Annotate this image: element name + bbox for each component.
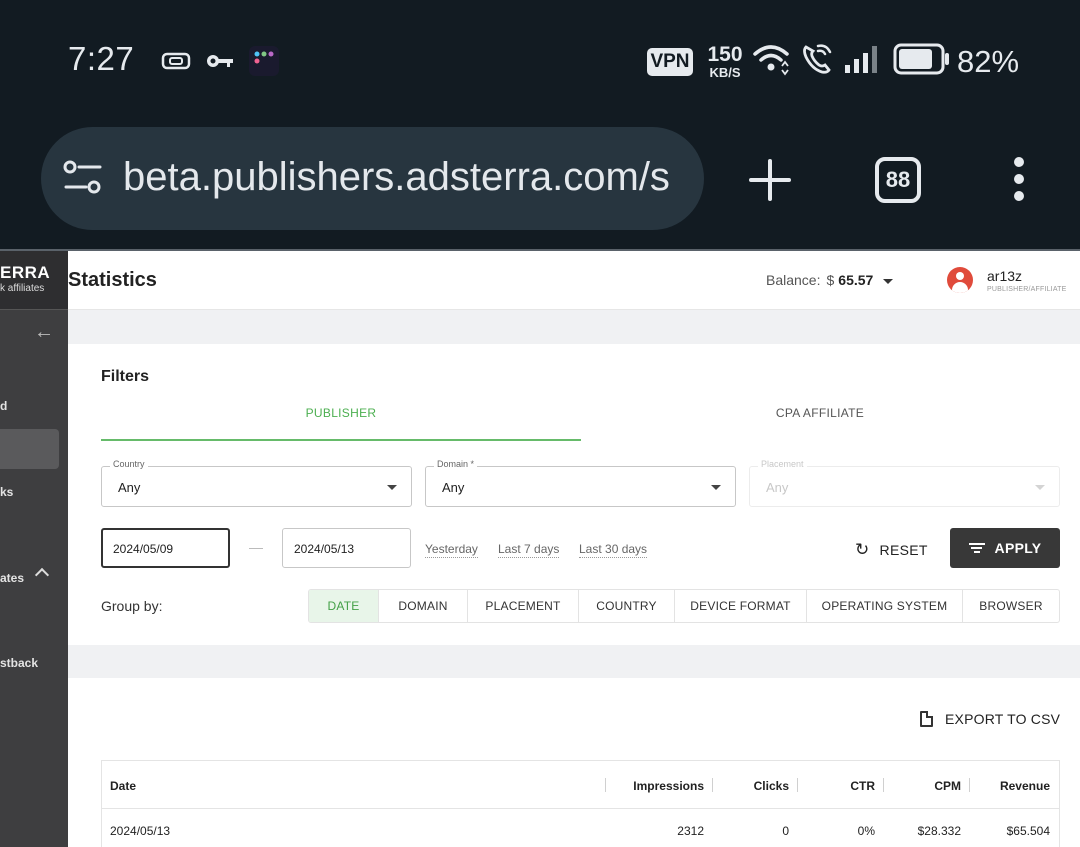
- sidebar-item-active[interactable]: [0, 429, 59, 469]
- statistics-table-panel: EXPORT TO CSV Date Impressions Clicks CT…: [68, 678, 1080, 847]
- cell-date: 2024/05/13: [110, 824, 171, 838]
- column-header-impressions[interactable]: Impressions: [612, 779, 704, 793]
- phone-status-bar: 7:27 VPN 150 KB/S 82%: [0, 0, 1080, 120]
- wifi-icon: [752, 44, 790, 76]
- column-header-clicks[interactable]: Clicks: [719, 779, 789, 793]
- group-by-operating-system[interactable]: OPERATING SYSTEM: [807, 590, 963, 622]
- filter-icon: [968, 541, 985, 555]
- column-header-revenue[interactable]: Revenue: [976, 779, 1050, 793]
- chevron-down-icon: [387, 485, 397, 490]
- filters-panel: Filters PUBLISHER CPA AFFILIATE Country …: [68, 344, 1080, 645]
- column-header-cpm[interactable]: CPM: [890, 779, 961, 793]
- tab-publisher[interactable]: PUBLISHER: [101, 406, 581, 441]
- date-range-dash: [249, 548, 263, 549]
- file-icon: [920, 711, 933, 727]
- refresh-icon: ↻: [855, 540, 870, 559]
- column-header-date[interactable]: Date: [110, 779, 136, 793]
- sidebar-item-3[interactable]: ates: [0, 571, 24, 585]
- group-by-toggle: DATE DOMAIN PLACEMENT COUNTRY DEVICE FOR…: [308, 589, 1060, 623]
- header-divider: [102, 808, 1059, 809]
- group-by-date[interactable]: DATE: [309, 590, 379, 622]
- balance-dropdown[interactable]: Balance: $65.57: [766, 272, 894, 288]
- group-by-placement[interactable]: PLACEMENT: [468, 590, 579, 622]
- cell-impressions: 2312: [677, 824, 704, 838]
- site-settings-icon[interactable]: [62, 159, 104, 202]
- group-by-domain[interactable]: DOMAIN: [379, 590, 468, 622]
- date-from-input[interactable]: 2024/05/09: [101, 528, 230, 568]
- page-header: Statistics Balance: $65.57 ar13z PUBLISHE…: [68, 251, 1080, 310]
- avatar[interactable]: [947, 267, 973, 293]
- quick-range-yesterday[interactable]: Yesterday: [425, 542, 478, 558]
- battery-icon: [893, 43, 951, 75]
- cell-clicks: 0: [782, 824, 789, 838]
- quick-range-last-30-days[interactable]: Last 30 days: [579, 542, 648, 558]
- group-by-country[interactable]: COUNTRY: [579, 590, 675, 622]
- signal-icon: [843, 44, 883, 74]
- web-page: ERRA k affiliates ← d ks ates stback Sta…: [0, 251, 1080, 847]
- date-to-input[interactable]: 2024/05/13: [282, 528, 411, 568]
- chevron-down-icon: [1035, 485, 1045, 490]
- url-text[interactable]: beta.publishers.adsterra.com/s: [123, 155, 683, 200]
- chevron-down-icon: [883, 278, 894, 284]
- cast-icon: [161, 46, 191, 76]
- browser-toolbar: beta.publishers.adsterra.com/s 88: [0, 120, 1080, 250]
- key-icon: [205, 46, 235, 76]
- group-by-browser[interactable]: BROWSER: [963, 590, 1059, 622]
- user-role: PUBLISHER/AFFILIATE: [987, 286, 1067, 293]
- chevron-down-icon: [711, 485, 721, 490]
- statistics-table: Date Impressions Clicks CTR CPM Revenue …: [101, 760, 1060, 847]
- group-by-device-format[interactable]: DEVICE FORMAT: [675, 590, 807, 622]
- chevron-up-icon[interactable]: [34, 567, 50, 583]
- cell-ctr: 0%: [857, 824, 875, 838]
- sidebar-item-1[interactable]: d: [0, 399, 7, 413]
- address-bar[interactable]: beta.publishers.adsterra.com/s: [41, 127, 704, 230]
- more-menu-icon[interactable]: [1012, 156, 1026, 207]
- reset-button[interactable]: ↻ RESET: [855, 540, 928, 560]
- sidebar-item-2[interactable]: ks: [0, 485, 13, 499]
- sidebar: ERRA k affiliates ← d ks ates stback: [0, 251, 68, 847]
- export-csv-button[interactable]: EXPORT TO CSV: [920, 711, 1060, 727]
- domain-select[interactable]: Domain * Any: [425, 459, 736, 507]
- user-name[interactable]: ar13z: [987, 268, 1022, 284]
- clock: 7:27: [68, 40, 135, 77]
- wifi-call-icon: [800, 44, 834, 74]
- brand-logo: ERRA k affiliates: [0, 251, 68, 309]
- country-select[interactable]: Country Any: [101, 459, 412, 507]
- collapse-sidebar-icon[interactable]: ←: [34, 321, 54, 344]
- placement-select: Placement Any: [749, 459, 1060, 507]
- cell-cpm: $28.332: [917, 824, 961, 838]
- tabs-icon[interactable]: 88: [875, 157, 921, 203]
- tab-cpa-affiliate[interactable]: CPA AFFILIATE: [581, 406, 1059, 434]
- apply-button[interactable]: APPLY: [950, 528, 1060, 568]
- column-header-ctr[interactable]: CTR: [804, 779, 875, 793]
- app-icon: [249, 46, 279, 76]
- sidebar-item-4[interactable]: stback: [0, 656, 38, 670]
- quick-range-last-7-days[interactable]: Last 7 days: [498, 542, 560, 558]
- new-tab-icon[interactable]: [749, 159, 791, 206]
- group-by-label: Group by:: [101, 598, 163, 614]
- cell-revenue: $65.504: [1006, 824, 1050, 838]
- battery-percent: 82%: [957, 44, 1020, 79]
- filters-title: Filters: [101, 368, 150, 385]
- sidebar-divider: [0, 309, 68, 310]
- vpn-badge: VPN: [647, 48, 693, 76]
- page-title: Statistics: [68, 269, 157, 291]
- network-speed: 150 KB/S: [707, 43, 743, 80]
